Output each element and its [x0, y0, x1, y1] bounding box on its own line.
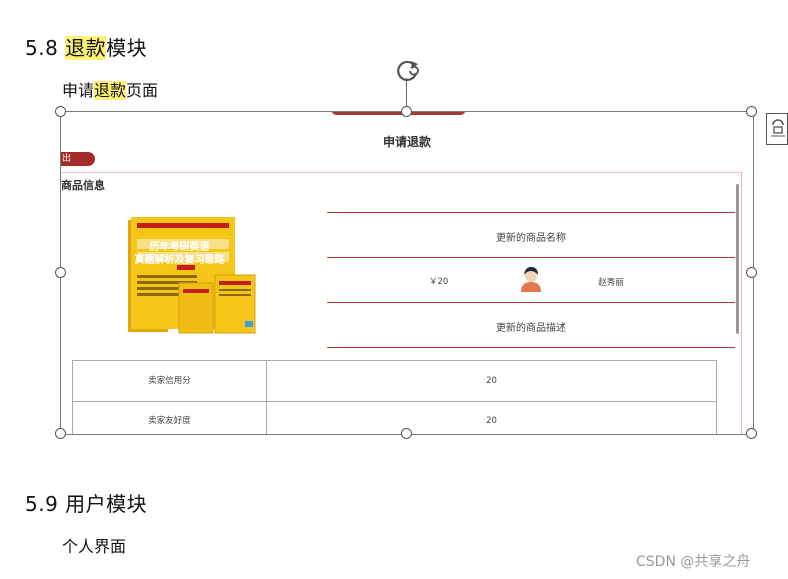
divider-line — [327, 257, 735, 258]
seller-avatar-icon — [521, 267, 541, 292]
resize-handle-bottom[interactable] — [401, 428, 412, 439]
resize-handle-top-right[interactable] — [746, 106, 757, 117]
section-title-rest: 模块 — [106, 36, 148, 60]
resize-handle-bottom-right[interactable] — [746, 428, 757, 439]
book-title-line: 真题解析及复习思路 — [134, 255, 225, 266]
product-name: 更新的商品名称 — [496, 233, 566, 244]
seller-stats-table: 卖家信用分 20 卖家友好度 20 — [72, 360, 717, 434]
table-row: 卖家信用分 20 — [73, 361, 716, 402]
divider-line — [327, 212, 735, 213]
resize-handle-top[interactable] — [401, 106, 412, 117]
product-info-label: 商品信息 — [61, 179, 105, 192]
divider-line — [327, 347, 735, 348]
resize-handle-bottom-left[interactable] — [55, 428, 66, 439]
section-title: 用户模块 — [65, 492, 148, 516]
book-title-line: 历年考研英语 — [149, 242, 210, 253]
inner-header-bar — [331, 112, 466, 115]
csdn-watermark: CSDN @共享之舟 — [636, 554, 751, 570]
paragraph-refund-page: 申请退款页面 — [62, 81, 159, 100]
embedded-screenshot[interactable]: 申请退款 出 商品信息 历年考研英语 真题解析及复习思路 更新的商品名称 ￥20… — [60, 111, 754, 435]
inner-page-title: 申请退款 — [382, 135, 431, 149]
product-book-image — [128, 217, 256, 334]
section-heading-5-9: 5.9 用户模块 — [25, 488, 147, 517]
rotate-icon[interactable] — [392, 56, 422, 86]
resize-handle-right[interactable] — [746, 267, 757, 278]
section-number: 5.9 — [25, 492, 59, 516]
table-row: 卖家友好度 20 — [73, 401, 716, 434]
divider-line — [327, 302, 735, 303]
product-price: ￥20 — [429, 277, 449, 287]
seller-name: 赵秀丽 — [598, 278, 624, 288]
section-number: 5.8 — [25, 36, 59, 60]
layout-options-icon — [771, 119, 785, 137]
highlighted-term: 退款 — [94, 81, 127, 100]
resize-handle-left[interactable] — [55, 267, 66, 278]
paragraph-user-page: 个人界面 — [62, 537, 127, 556]
inner-scrollbar — [736, 184, 739, 334]
back-pill-button: 出 — [61, 152, 95, 166]
highlighted-term: 退款 — [65, 36, 107, 60]
layout-options-button[interactable] — [766, 113, 788, 145]
product-description: 更新的商品描述 — [496, 323, 566, 334]
resize-handle-top-left[interactable] — [55, 106, 66, 117]
section-heading-5-8: 5.8 退款模块 — [25, 32, 147, 61]
